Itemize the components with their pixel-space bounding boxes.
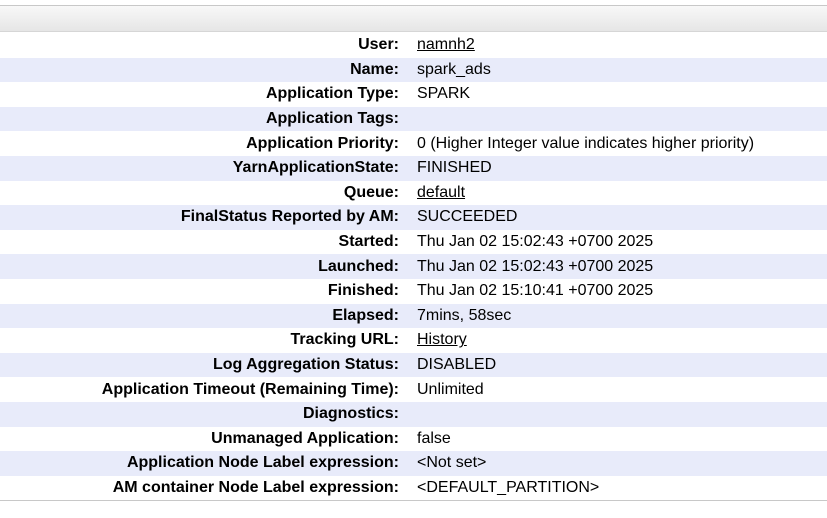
row-label-unmanaged-application: Unmanaged Application: [211,429,399,447]
row-label-tracking-url: Tracking URL: [290,331,399,349]
table-row: FinalStatus Reported by AM: SUCCEEDED [0,205,827,230]
row-label-started: Started: [338,233,399,251]
row-label-app-node-label-expression: Application Node Label expression: [126,454,399,472]
row-value-started: Thu Jan 02 15:02:43 +0700 2025 [417,233,654,251]
table-row: Finished: Thu Jan 02 15:10:41 +0700 2025 [0,279,827,304]
table-row: Diagnostics: [0,401,827,427]
row-value-am-container-node-label-expression: <DEFAULT_PARTITION> [417,478,600,496]
table-row: AM container Node Label expression: <DEF… [0,476,827,501]
row-value-app-node-label-expression: <Not set> [417,454,487,472]
row-value-application-timeout: Unlimited [417,380,484,398]
row-label-queue: Queue: [343,183,399,201]
table-row: Queue: default [0,181,827,206]
row-value-user: namnh2 [417,33,827,58]
row-label-user: User: [358,36,399,54]
row-value-unmanaged-application: false [417,429,451,447]
table-row: Application Tags: [0,106,827,132]
section-header-bar [0,5,827,32]
row-label-yarn-application-state: YarnApplicationState: [232,159,399,177]
row-value-application-priority: 0 (Higher Integer value indicates higher… [417,134,755,152]
row-value-launched: Thu Jan 02 15:02:43 +0700 2025 [417,257,654,275]
row-value-application-type: SPARK [417,85,471,103]
table-row: Application Priority: 0 (Higher Integer … [0,131,827,156]
row-label-application-timeout: Application Timeout (Remaining Time): [101,380,399,398]
table-row: Name: spark_ads [0,57,827,83]
table-row: Log Aggregation Status: DISABLED [0,352,827,378]
user-link[interactable]: namnh2 [417,36,475,53]
app-info-table: User: namnh2 Name: spark_ads Application… [0,33,827,500]
table-row: Started: Thu Jan 02 15:02:43 +0700 2025 [0,230,827,255]
table-row: Application Node Label expression: <Not … [0,451,827,476]
row-label-launched: Launched: [318,257,399,275]
row-label-finished: Finished: [327,282,399,300]
row-value-tracking-url: History [417,328,827,353]
table-row: Elapsed: 7mins, 58sec [0,303,827,329]
row-value-diagnostics [417,402,827,427]
row-label-application-type: Application Type: [265,85,399,103]
row-value-yarn-application-state: FINISHED [417,159,492,177]
row-label-diagnostics: Diagnostics: [302,405,399,423]
table-row: User: namnh2 [0,33,827,58]
row-label-application-priority: Application Priority: [246,134,399,152]
row-value-finished: Thu Jan 02 15:10:41 +0700 2025 [417,282,654,300]
table-row: Application Timeout (Remaining Time): Un… [0,377,827,402]
row-value-elapsed: 7mins, 58sec [417,306,512,324]
row-value-name: spark_ads [417,60,491,78]
row-label-elapsed: Elapsed: [332,306,399,324]
row-label-am-container-node-label-expression: AM container Node Label expression: [112,478,399,496]
table-bottom-divider [0,500,827,501]
row-label-final-status: FinalStatus Reported by AM: [180,208,399,226]
table-row: Unmanaged Application: false [0,427,827,452]
row-value-final-status: SUCCEEDED [417,208,518,226]
history-link[interactable]: History [417,331,467,348]
table-row: Tracking URL: History [0,328,827,353]
row-label-application-tags: Application Tags: [265,110,399,128]
table-row: Application Type: SPARK [0,82,827,107]
row-label-log-aggregation-status: Log Aggregation Status: [212,356,399,374]
table-row: YarnApplicationState: FINISHED [0,155,827,181]
row-value-queue: default [417,181,827,206]
table-row: Launched: Thu Jan 02 15:02:43 +0700 2025 [0,254,827,279]
row-value-application-tags [417,107,827,132]
row-label-name: Name: [350,60,399,78]
queue-link[interactable]: default [417,184,465,201]
row-value-log-aggregation-status: DISABLED [417,356,497,374]
